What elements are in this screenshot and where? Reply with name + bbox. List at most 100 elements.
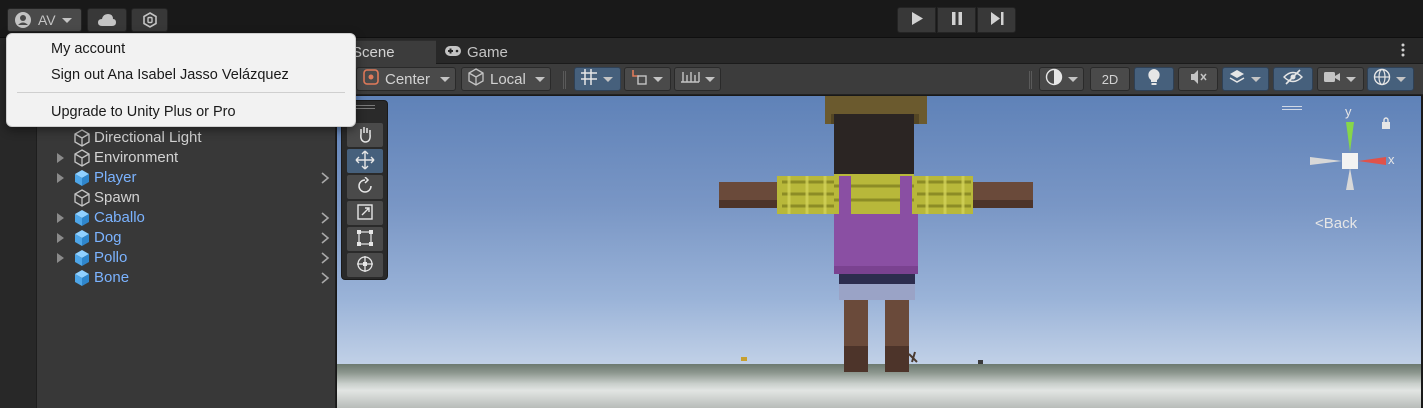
hidden-eye-icon (1283, 69, 1303, 89)
chevron-right-icon[interactable] (320, 231, 330, 249)
chevron-down-icon (1251, 76, 1261, 82)
toolbar-separator (1029, 71, 1032, 89)
hierarchy-item-bone[interactable]: Bone (37, 268, 336, 288)
hierarchy-item-environment[interactable]: Environment (37, 148, 336, 168)
chevron-down-icon (1346, 76, 1356, 82)
lightbulb-icon (1147, 68, 1161, 90)
play-button[interactable] (897, 7, 936, 33)
transform-tool-button[interactable] (347, 253, 383, 277)
menu-item-upgrade[interactable]: Upgrade to Unity Plus or Pro (51, 104, 236, 120)
toggle-2d-label: 2D (1101, 71, 1119, 87)
chevron-right-icon[interactable] (320, 271, 330, 289)
chevron-down-icon (61, 17, 72, 23)
grid-snap-dropdown[interactable] (574, 67, 621, 91)
scene-viewport[interactable] (337, 96, 1421, 408)
character-model (719, 96, 1033, 372)
toggle-2d-button[interactable]: 2D (1090, 67, 1130, 91)
hierarchy-item-label: Environment (94, 149, 179, 166)
hierarchy-item-label: Caballo (94, 209, 145, 226)
cloud-icon (97, 13, 117, 27)
camera-dropdown[interactable] (1317, 67, 1364, 91)
scene-tab-bar: # Scene Game (336, 38, 1423, 64)
hierarchy-item-directional-light[interactable]: Directional Light (37, 128, 336, 148)
tab-label: Scene (352, 44, 395, 61)
back-view-label[interactable]: <Back (1315, 215, 1357, 232)
chevron-down-icon (535, 76, 545, 82)
hierarchy-item-label: Bone (94, 269, 130, 286)
increment-snap-dropdown[interactable] (624, 67, 671, 91)
chevron-right-icon[interactable] (320, 211, 330, 229)
play-icon (911, 12, 923, 28)
rect-transform-icon (356, 229, 374, 250)
chevron-down-icon (705, 76, 715, 82)
hand-icon (356, 125, 374, 146)
hierarchy-item-label: Dog (94, 229, 122, 246)
back-chevron-icon: < (1315, 215, 1324, 232)
cloud-button[interactable] (87, 8, 127, 32)
menu-item-my-account[interactable]: My account (51, 41, 125, 57)
step-button[interactable] (977, 7, 1016, 33)
chevron-down-icon (440, 76, 450, 82)
hierarchy-item-caballo[interactable]: Caballo (37, 208, 336, 228)
ruler-dropdown[interactable] (674, 67, 721, 91)
effects-dropdown[interactable] (1222, 67, 1269, 91)
pause-icon (951, 12, 963, 28)
hierarchy-item-label: Spawn (94, 189, 140, 206)
shading-sphere-icon (1045, 68, 1063, 90)
transform-icon (355, 254, 375, 277)
rotate-icon (356, 175, 374, 198)
move-arrows-icon (355, 150, 375, 173)
expand-arrow-icon[interactable] (57, 213, 64, 223)
move-tool-button[interactable] (347, 149, 383, 173)
scene-tool-palette (341, 100, 388, 280)
account-button[interactable]: AV (7, 8, 82, 32)
menu-item-sign-out[interactable]: Sign out Ana Isabel Jasso Velázquez (51, 67, 289, 83)
prefab-icon (73, 269, 91, 291)
mute-icon (1189, 69, 1207, 89)
more-options-icon[interactable] (1401, 43, 1405, 57)
lighting-toggle[interactable] (1134, 67, 1174, 91)
rect-tool-button[interactable] (347, 227, 383, 251)
chevron-right-icon[interactable] (320, 171, 330, 189)
scene-overlay-handle[interactable] (1282, 106, 1302, 110)
pause-button[interactable] (937, 7, 976, 33)
palette-handle[interactable] (355, 105, 375, 109)
chevron-right-icon[interactable] (320, 251, 330, 269)
chevron-down-icon (1068, 76, 1078, 82)
expand-arrow-icon[interactable] (57, 233, 64, 243)
account-menu: My account Sign out Ana Isabel Jasso Vel… (6, 33, 356, 127)
rotate-tool-button[interactable] (347, 175, 383, 199)
account-initials: AV (38, 12, 56, 28)
hierarchy-item-dog[interactable]: Dog (37, 228, 336, 248)
hand-tool-button[interactable] (347, 123, 383, 147)
tab-label: Game (467, 43, 508, 61)
pivot-dropdown[interactable]: Center (356, 67, 456, 91)
orientation-gizmo[interactable]: y x (1300, 104, 1400, 210)
hierarchy-item-pollo[interactable]: Pollo (37, 248, 336, 268)
gamepad-icon (444, 44, 462, 61)
hierarchy-item-spawn[interactable]: Spawn (37, 188, 336, 208)
tab-game[interactable]: Game (444, 40, 508, 64)
camera-icon (1323, 70, 1341, 88)
collab-button[interactable] (131, 8, 168, 32)
gizmos-dropdown[interactable] (1367, 67, 1414, 91)
space-label: Local (490, 70, 526, 88)
chevron-down-icon (1396, 76, 1406, 82)
axis-x-label: x (1388, 152, 1395, 167)
scale-tool-button[interactable] (347, 201, 383, 225)
chevron-down-icon (653, 76, 663, 82)
scene-toolbar: Center Local 2D (336, 64, 1423, 95)
toolbar-separator (563, 71, 566, 89)
audio-toggle[interactable] (1178, 67, 1218, 91)
expand-arrow-icon[interactable] (57, 153, 64, 163)
local-space-icon (467, 68, 485, 90)
visibility-toggle[interactable] (1273, 67, 1313, 91)
expand-arrow-icon[interactable] (57, 173, 64, 183)
gizmo-globe-icon (1373, 68, 1391, 90)
back-label: Back (1323, 215, 1358, 232)
shading-mode-dropdown[interactable] (1039, 67, 1084, 91)
hierarchy-item-player[interactable]: Player (37, 168, 336, 188)
space-dropdown[interactable]: Local (461, 67, 551, 91)
hierarchy-item-label: Player (94, 169, 137, 186)
expand-arrow-icon[interactable] (57, 253, 64, 263)
